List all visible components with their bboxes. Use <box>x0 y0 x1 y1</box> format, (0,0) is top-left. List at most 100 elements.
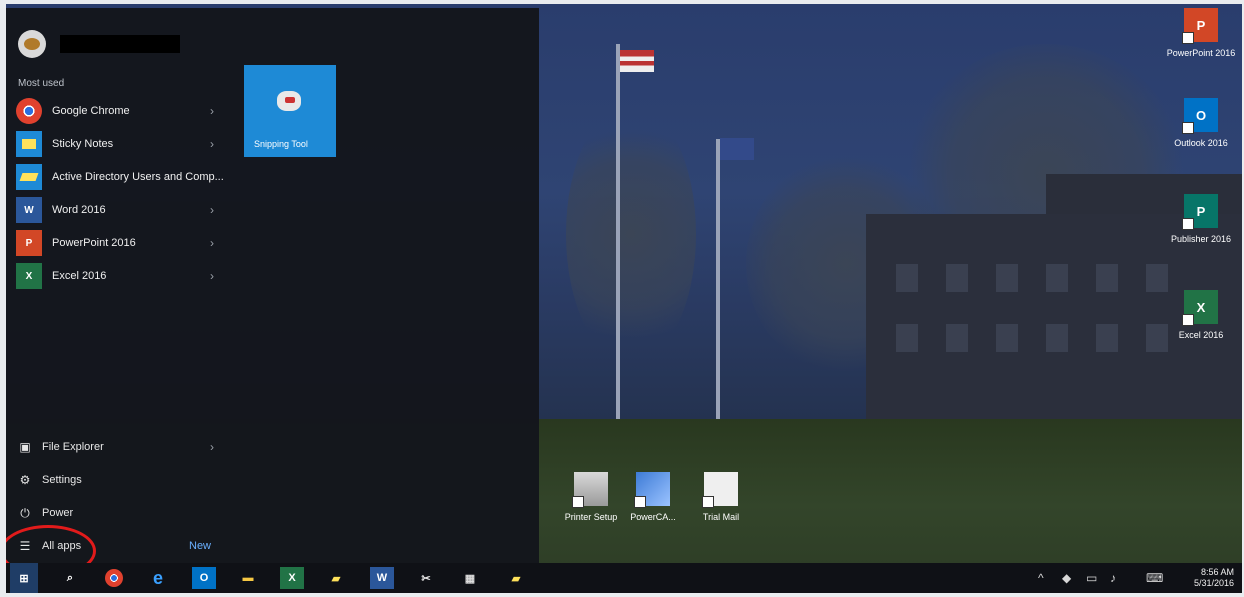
desktop-icon-excel[interactable]: X Excel 2016 <box>1166 290 1236 340</box>
clock-date: 5/31/2016 <box>1193 578 1234 588</box>
edge-icon: e <box>152 567 163 588</box>
powerpoint-icon: P <box>16 230 42 256</box>
desktop-icon-publisher[interactable]: P Publisher 2016 <box>1166 194 1236 244</box>
avatar <box>18 30 46 58</box>
clock-time: 8:56 AM <box>1200 567 1234 577</box>
chevron-right-icon[interactable]: › <box>210 104 214 118</box>
tile-snipping-tool[interactable]: Snipping Tool <box>244 65 336 157</box>
start-item-power[interactable]: ⏻ Power <box>16 499 226 527</box>
taskbar: ⊞ ⌕ e O ▬ X ▰ W ✂ ▦ ▰ ^ ◆ ▭ ♪ ⌨ 8:56 AM … <box>6 563 1242 593</box>
chevron-right-icon[interactable]: › <box>210 236 214 250</box>
start-item-sticky-notes[interactable]: Sticky Notes › <box>16 129 226 159</box>
gear-icon: ⚙ <box>19 473 31 487</box>
power-icon: ⏻ <box>20 505 30 520</box>
excel-icon: X <box>1182 290 1218 326</box>
outlook-icon: O <box>1182 98 1218 134</box>
desktop-icon-label: PowerCA... <box>630 512 676 522</box>
taskbar-excel[interactable]: X <box>280 567 304 589</box>
flag <box>620 50 654 72</box>
search-button[interactable]: ⌕ <box>58 567 82 589</box>
desktop-screen: P PowerPoint 2016 O Outlook 2016 P Publi… <box>6 4 1242 593</box>
folder-icon: ▬ <box>242 572 254 584</box>
start-item-label: Excel 2016 <box>52 270 107 282</box>
start-item-label: File Explorer <box>42 441 104 453</box>
network-icon[interactable]: ◆ <box>1062 571 1071 585</box>
start-button[interactable]: ⊞ <box>10 563 38 593</box>
snipping-tool-icon <box>277 91 301 111</box>
taskbar-snipping-tool[interactable]: ✂ <box>414 567 438 589</box>
start-item-settings[interactable]: ⚙ Settings <box>16 466 226 494</box>
excel-icon: X <box>16 263 42 289</box>
sticky-notes-icon <box>16 131 42 157</box>
user-account[interactable] <box>18 30 180 58</box>
taskbar-word[interactable]: W <box>370 567 394 589</box>
flag <box>720 138 754 160</box>
chevron-right-icon[interactable]: › <box>210 269 214 283</box>
publisher-icon: P <box>1182 194 1218 230</box>
start-item-word[interactable]: W Word 2016 › <box>16 195 226 225</box>
chevron-right-icon[interactable]: › <box>210 203 214 217</box>
chrome-icon <box>105 569 123 587</box>
windows-icon: ⊞ <box>19 572 29 585</box>
start-item-label: Google Chrome <box>52 105 130 117</box>
start-item-label: Active Directory Users and Comp... <box>52 171 224 183</box>
chevron-right-icon[interactable]: › <box>210 137 214 151</box>
printer-icon <box>572 472 608 508</box>
start-item-label: PowerPoint 2016 <box>52 237 136 249</box>
sticky-notes-icon: ▰ <box>511 572 521 585</box>
wallpaper-tree <box>566 104 696 364</box>
word-icon: W <box>16 197 42 223</box>
desktop-icon-label: Outlook 2016 <box>1174 138 1228 148</box>
taskbar-outlook[interactable]: O <box>192 567 216 589</box>
taskbar-edge[interactable]: e <box>146 567 170 589</box>
chevron-right-icon[interactable]: › <box>210 440 214 454</box>
taskbar-active-directory[interactable]: ▰ <box>324 567 348 589</box>
start-item-powerpoint[interactable]: P PowerPoint 2016 › <box>16 228 226 258</box>
start-item-file-explorer[interactable]: ▣ File Explorer › <box>16 433 226 461</box>
start-item-label: Sticky Notes <box>52 138 114 150</box>
start-menu: Most used Google Chrome › Sticky Notes ›… <box>6 8 539 577</box>
desktop-icon-label: Publisher 2016 <box>1170 234 1232 244</box>
clock[interactable]: 8:56 AM 5/31/2016 <box>1194 567 1234 589</box>
computer-icon <box>634 472 670 508</box>
desktop-icon-label: PowerPoint 2016 <box>1166 48 1236 58</box>
new-badge: New <box>189 540 212 552</box>
desktop-icon-label: Trial Mail <box>702 512 740 522</box>
keyboard-icon[interactable]: ⌨ <box>1146 571 1163 585</box>
redacted-username <box>60 35 180 53</box>
calculator-icon: ▦ <box>464 572 476 585</box>
taskbar-sticky-notes[interactable]: ▰ <box>504 567 528 589</box>
desktop-icon-printer-setup[interactable]: Printer Setup <box>556 472 626 522</box>
folder-icon: ▣ <box>19 440 31 454</box>
flagpole <box>616 44 620 444</box>
taskbar-chrome[interactable] <box>102 567 126 589</box>
start-item-google-chrome[interactable]: Google Chrome › <box>16 96 226 126</box>
chrome-icon <box>16 98 42 124</box>
start-item-excel[interactable]: X Excel 2016 › <box>16 261 226 291</box>
tile-label: Snipping Tool <box>254 139 308 149</box>
start-item-label: Power <box>42 507 74 519</box>
active-directory-icon: ▰ <box>331 572 341 585</box>
excel-icon: X <box>288 572 296 584</box>
start-item-label: Word 2016 <box>52 204 106 216</box>
start-item-label: Settings <box>42 474 82 486</box>
taskbar-calculator[interactable]: ▦ <box>458 567 482 589</box>
volume-icon[interactable]: ♪ <box>1110 571 1116 585</box>
taskbar-file-explorer[interactable]: ▬ <box>236 567 260 589</box>
snipping-tool-icon: ✂ <box>421 572 431 585</box>
desktop-icon-trial-mail[interactable]: Trial Mail <box>686 472 756 522</box>
desktop-icon-label: Excel 2016 <box>1178 330 1224 340</box>
desktop-icon-powerca[interactable]: PowerCA... <box>618 472 688 522</box>
start-item-active-directory[interactable]: Active Directory Users and Comp... <box>16 162 226 192</box>
flagpole <box>716 139 720 449</box>
desktop-icon-powerpoint[interactable]: P PowerPoint 2016 <box>1166 8 1236 58</box>
monitor-icon[interactable]: ▭ <box>1086 571 1097 585</box>
desktop-icon-outlook[interactable]: O Outlook 2016 <box>1166 98 1236 148</box>
chevron-up-icon[interactable]: ^ <box>1038 571 1044 585</box>
powerpoint-icon: P <box>1182 8 1218 44</box>
search-icon: ⌕ <box>66 571 74 584</box>
active-directory-icon <box>16 164 42 190</box>
mail-icon <box>702 472 738 508</box>
word-icon: W <box>376 572 388 584</box>
desktop-icon-label: Printer Setup <box>564 512 618 522</box>
